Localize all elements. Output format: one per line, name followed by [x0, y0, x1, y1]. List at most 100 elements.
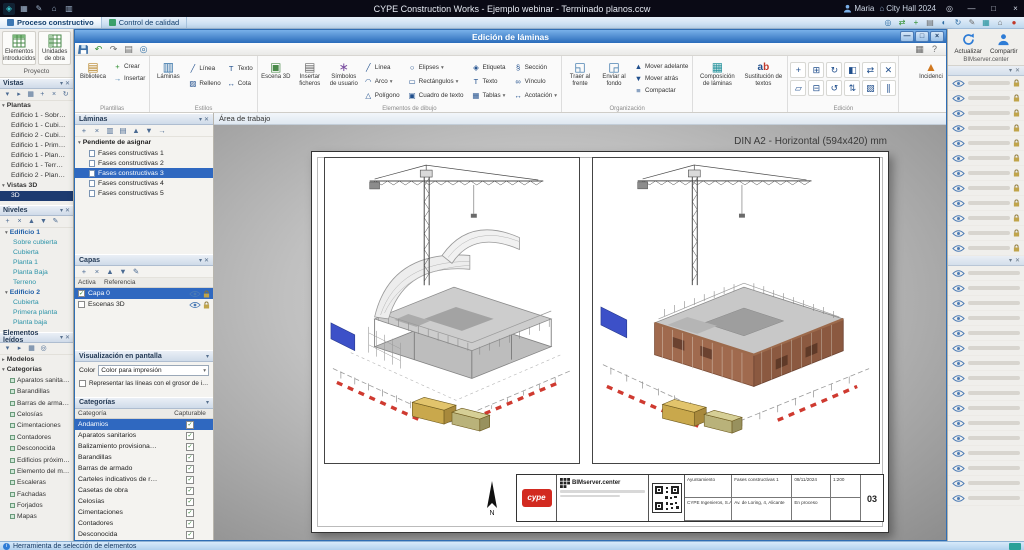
- element-visibility-row[interactable]: [948, 281, 1024, 296]
- chevron-down-icon[interactable]: ▾: [1009, 257, 1012, 264]
- home-icon[interactable]: ⌂: [995, 18, 1005, 28]
- style-button[interactable]: T Texto: [225, 61, 255, 75]
- capturable-checkbox[interactable]: ✓: [186, 421, 193, 429]
- visibility-row[interactable]: [948, 241, 1024, 256]
- eye-icon[interactable]: [952, 329, 965, 338]
- user-chip[interactable]: Maria: [843, 4, 874, 13]
- add-icon[interactable]: +: [911, 18, 921, 28]
- eye-icon[interactable]: [952, 124, 965, 133]
- capturable-checkbox[interactable]: ✓: [186, 454, 193, 462]
- maximize-button[interactable]: □: [915, 31, 929, 42]
- categorias-node[interactable]: ▾ Categorías: [0, 365, 73, 375]
- lock-icon[interactable]: [1013, 94, 1020, 102]
- edificio-1-node[interactable]: ▾ Edificio 1: [0, 228, 73, 238]
- help-icon[interactable]: ?: [929, 44, 940, 55]
- capturable-checkbox[interactable]: ✓: [186, 487, 193, 495]
- close-button[interactable]: ×: [930, 31, 944, 42]
- categoria-row[interactable]: Barandillas ✓: [75, 452, 213, 463]
- lock-icon[interactable]: [1013, 139, 1020, 147]
- close-icon[interactable]: ✕: [204, 116, 209, 123]
- visibility-row[interactable]: [948, 166, 1024, 181]
- capturable-checkbox[interactable]: ✓: [186, 531, 193, 539]
- fase-item[interactable]: Fases constructivas 5: [75, 188, 213, 198]
- eye-icon[interactable]: [952, 154, 965, 163]
- categoria-item[interactable]: Edificios próxim…: [0, 454, 73, 465]
- categoria-item[interactable]: Aparatos sanita…: [0, 375, 73, 386]
- edit-icon[interactable]: ✎: [33, 3, 45, 15]
- style-button[interactable]: ↔ Cota: [225, 76, 255, 90]
- edit-tool-button[interactable]: ⇅: [844, 80, 860, 96]
- add-sheet-icon[interactable]: +: [79, 126, 89, 136]
- element-visibility-row[interactable]: [948, 311, 1024, 326]
- eye-icon[interactable]: [952, 79, 965, 88]
- eye-icon[interactable]: [952, 284, 965, 293]
- delete-sheet-icon[interactable]: ×: [92, 126, 102, 136]
- eye-icon[interactable]: [952, 464, 965, 473]
- search-icon[interactable]: ◎: [883, 18, 893, 28]
- lock-icon[interactable]: [1013, 79, 1020, 87]
- refresh-icon[interactable]: ↻: [61, 90, 70, 99]
- help-icon[interactable]: ◎: [941, 2, 958, 16]
- close-icon[interactable]: ✕: [65, 80, 70, 87]
- element-visibility-row[interactable]: [948, 446, 1024, 461]
- dock-icon[interactable]: ▦: [914, 44, 925, 55]
- traer-al-frente-button[interactable]: ◱ Traer al frente: [564, 58, 596, 88]
- eye-icon[interactable]: [952, 359, 965, 368]
- insertar-button[interactable]: →Insertar: [111, 73, 147, 84]
- lock-icon[interactable]: [1013, 124, 1020, 132]
- visibility-row[interactable]: [948, 121, 1024, 136]
- lock-icon[interactable]: [1013, 199, 1020, 207]
- down-icon[interactable]: ▼: [118, 267, 128, 277]
- draw-tool-button[interactable]: ▦ Tablas ▾: [469, 89, 509, 102]
- up-icon[interactable]: ▲: [27, 217, 36, 226]
- sustitucion-textos-button[interactable]: ab Sustitución de textos: [741, 58, 785, 88]
- undo-icon[interactable]: ↶: [93, 44, 104, 55]
- categoria-item[interactable]: Elemento del m…: [0, 466, 73, 477]
- insertar-ficheros-button[interactable]: ▤ Insertar ficheros: [294, 58, 326, 88]
- collapse-icon[interactable]: ▸: [15, 344, 24, 353]
- eye-icon[interactable]: [952, 389, 965, 398]
- categoria-row[interactable]: Celosías ✓: [75, 496, 213, 507]
- draw-tool-button[interactable]: T Texto: [469, 75, 509, 88]
- vistas3d-node[interactable]: ▾ Vistas 3D: [0, 181, 73, 191]
- contrast-icon[interactable]: ◐: [939, 18, 949, 28]
- draw-tool-button[interactable]: △ Polígono: [362, 89, 404, 102]
- edit-layer-icon[interactable]: ✎: [131, 267, 141, 277]
- refresh-icon[interactable]: ↻: [953, 18, 963, 28]
- capturable-checkbox[interactable]: ✓: [186, 498, 193, 506]
- close-icon[interactable]: ✕: [204, 257, 209, 264]
- zoom-icon[interactable]: ◎: [138, 44, 149, 55]
- pin-icon[interactable]: ▾: [199, 257, 202, 264]
- categoria-item[interactable]: Forjados: [0, 500, 73, 511]
- categoria-item[interactable]: Mapas: [0, 511, 73, 522]
- lock-icon[interactable]: [1013, 229, 1020, 237]
- draw-tool-button[interactable]: ↔ Acotación ▾: [512, 89, 559, 102]
- visibility-row[interactable]: [948, 211, 1024, 226]
- lock-icon[interactable]: [1013, 109, 1020, 117]
- edit-tool-button[interactable]: ↻: [826, 62, 842, 78]
- print-icon[interactable]: ▤: [123, 44, 134, 55]
- capturable-checkbox[interactable]: ✓: [186, 509, 193, 517]
- categoria-item[interactable]: Barras de arma…: [0, 398, 73, 409]
- nivel-item[interactable]: Sobre cubierta: [0, 238, 73, 248]
- delete-level-icon[interactable]: ×: [15, 217, 24, 226]
- fase-item[interactable]: Fases constructivas 4: [75, 178, 213, 188]
- categoria-item[interactable]: Desconocida: [0, 443, 73, 454]
- elementos-introducidos-button[interactable]: Elementos introducidos: [2, 31, 36, 65]
- visibility-row[interactable]: [948, 91, 1024, 106]
- planta-item[interactable]: Edificio 2 - Plan…: [0, 171, 73, 181]
- eye-icon[interactable]: [952, 314, 965, 323]
- categoria-row[interactable]: Carteles indicativos de r… ✓: [75, 474, 213, 485]
- eye-icon[interactable]: [952, 244, 965, 253]
- fase-item[interactable]: Fases constructivas 1: [75, 148, 213, 158]
- element-visibility-row[interactable]: [948, 341, 1024, 356]
- capa-row[interactable]: ✓ Capa 0: [75, 288, 213, 299]
- escena-3d-button[interactable]: ▣ Escena 3D: [260, 58, 292, 82]
- expand-icon[interactable]: ▾: [3, 344, 12, 353]
- edit-tool-button[interactable]: ⇄: [862, 62, 878, 78]
- lock-icon[interactable]: [1013, 244, 1020, 252]
- capa-active-checkbox[interactable]: ✓: [78, 290, 85, 297]
- lock-icon[interactable]: [1013, 154, 1020, 162]
- visibility-row[interactable]: [948, 196, 1024, 211]
- element-visibility-row[interactable]: [948, 416, 1024, 431]
